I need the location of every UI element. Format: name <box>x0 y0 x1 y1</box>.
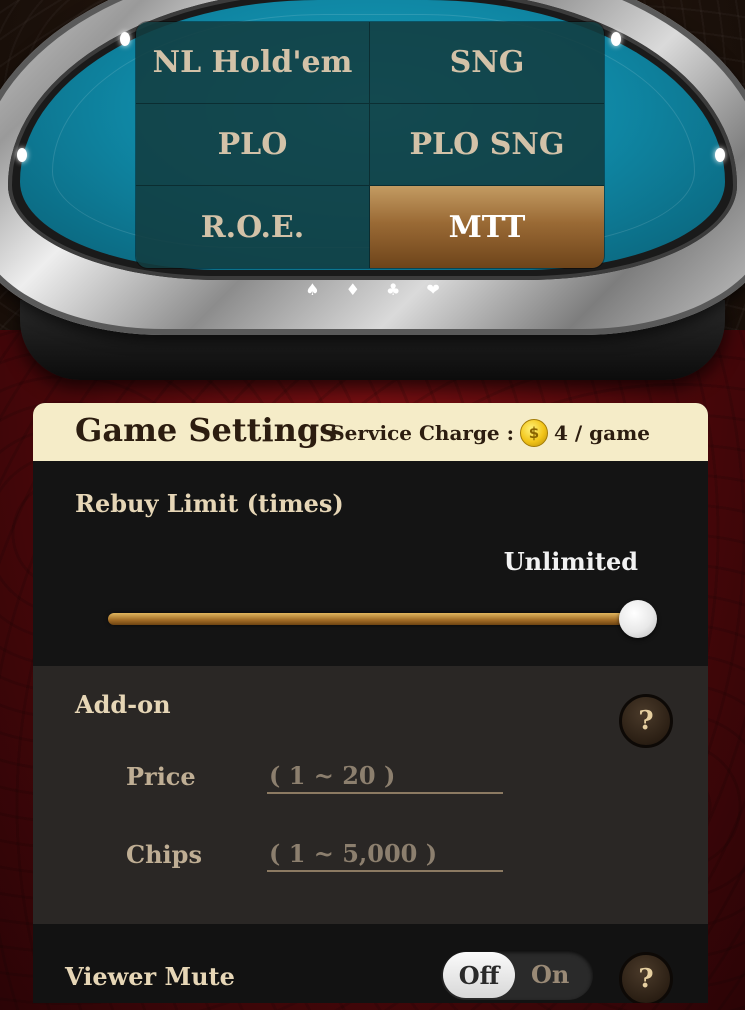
settings-header: Game Settings Service Charge : $ 4 / gam… <box>33 403 708 461</box>
service-charge-value: 4 / game <box>554 421 650 445</box>
game-type-nl-holdem[interactable]: NL Hold'em <box>136 22 370 104</box>
addon-label: Add-on <box>75 690 171 719</box>
viewer-mute-toggle[interactable]: Off On <box>441 950 593 1000</box>
spade-icon[interactable]: ♠ <box>305 280 319 299</box>
viewer-mute-label: Viewer Mute <box>65 962 235 991</box>
club-icon[interactable]: ♣ <box>386 280 400 299</box>
price-input[interactable] <box>267 758 503 794</box>
service-charge-label: Service Charge : <box>330 421 515 445</box>
coin-icon: $ <box>520 419 549 447</box>
service-charge: Service Charge : $ 4 / game <box>330 419 650 447</box>
rebuy-label: Rebuy Limit (times) <box>75 489 344 518</box>
viewer-mute-help-button[interactable]: ? <box>619 952 673 1003</box>
rebuy-slider-thumb[interactable] <box>619 600 657 638</box>
diamond-icon[interactable]: ♦ <box>346 280 360 299</box>
chips-label: Chips <box>126 840 202 869</box>
rebuy-value: Unlimited <box>503 547 638 576</box>
game-type-sng[interactable]: SNG <box>370 22 604 104</box>
toggle-on-option[interactable]: On <box>531 960 569 989</box>
rim-light <box>17 148 27 162</box>
rim-light <box>120 32 130 46</box>
game-type-plo-sng[interactable]: PLO SNG <box>370 104 604 186</box>
addon-help-button[interactable]: ? <box>619 694 673 748</box>
rim-light <box>611 32 621 46</box>
heart-icon[interactable]: ❤ <box>426 280 439 299</box>
addon-section: Add-on ? Price Chips <box>33 666 708 924</box>
viewer-mute-section: Viewer Mute Off On ? <box>33 924 708 1003</box>
game-settings-panel: Game Settings Service Charge : $ 4 / gam… <box>33 403 708 1003</box>
game-type-mtt[interactable]: MTT <box>370 186 604 268</box>
price-label: Price <box>126 762 196 791</box>
page-indicator: ♠ ♦ ♣ ❤ <box>0 280 745 299</box>
game-type-plo[interactable]: PLO <box>136 104 370 186</box>
rebuy-section: Rebuy Limit (times) Unlimited <box>33 461 708 666</box>
rim-light <box>715 148 725 162</box>
game-type-grid: NL Hold'em SNG PLO PLO SNG R.O.E. MTT <box>136 22 604 268</box>
rebuy-slider-track[interactable] <box>108 600 657 638</box>
toggle-off-option[interactable]: Off <box>443 952 515 998</box>
chips-input[interactable] <box>267 836 503 872</box>
page-title: Game Settings <box>75 411 338 449</box>
game-type-roe[interactable]: R.O.E. <box>136 186 370 268</box>
